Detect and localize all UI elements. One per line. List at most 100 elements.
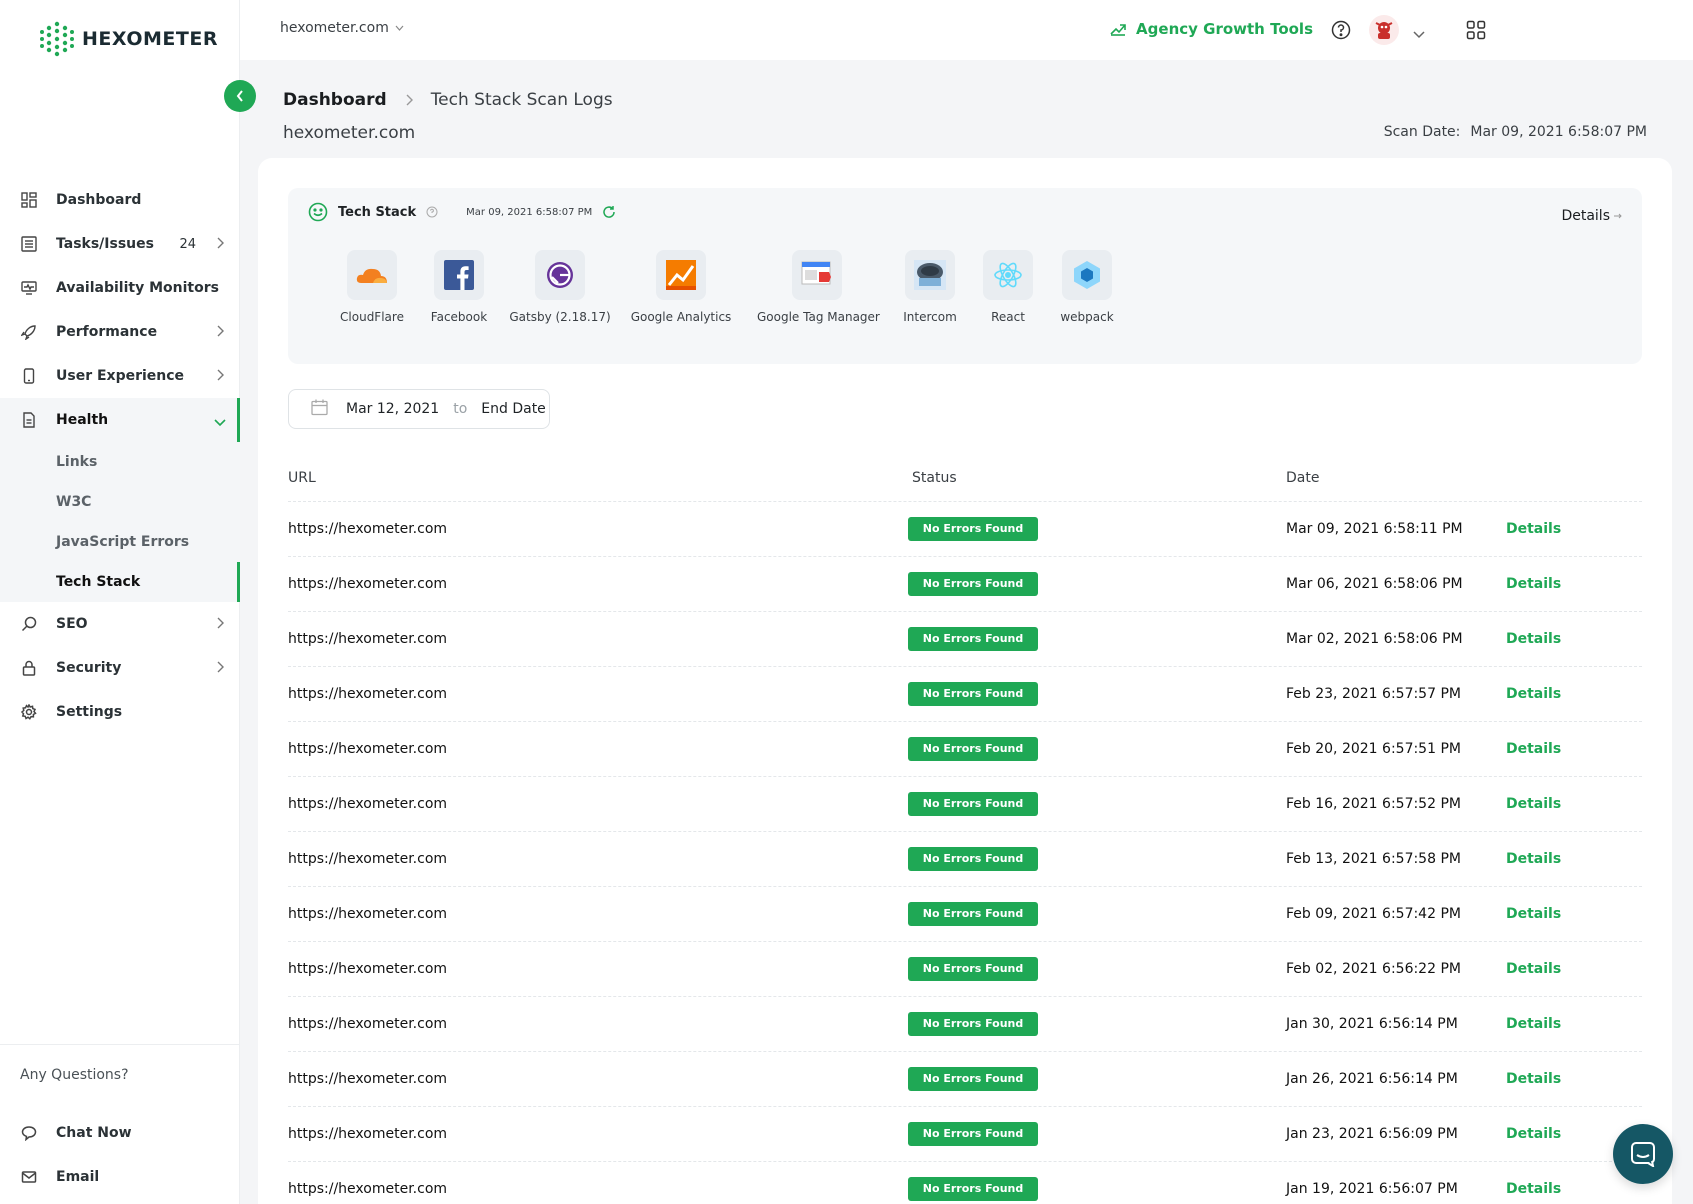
sidebar-item-user-experience[interactable]: User Experience	[0, 354, 240, 398]
row-url[interactable]: https://hexometer.com	[288, 631, 908, 647]
row-url[interactable]: https://hexometer.com	[288, 796, 908, 812]
sidebar-subitem-w3c[interactable]: W3C	[0, 482, 240, 522]
end-date-placeholder[interactable]: End Date	[481, 401, 546, 417]
row-details-link[interactable]: Details	[1506, 741, 1561, 757]
table-row: https://hexometer.com No Errors Found Feb …	[288, 722, 1642, 777]
tasks-icon	[20, 235, 38, 253]
row-date: Jan 30, 2021 6:56:14 PM	[1286, 1016, 1458, 1032]
chevron-down-icon	[214, 415, 226, 431]
tool-google-tag-manager[interactable]: Google Tag Manager	[757, 250, 880, 324]
row-date: Feb 02, 2021 6:56:22 PM	[1286, 961, 1461, 977]
tool-webpack[interactable]: webpack	[1027, 250, 1147, 324]
domain-selector[interactable]: hexometer.com	[280, 20, 404, 36]
smiley-icon	[308, 202, 328, 222]
row-action: Details	[1506, 521, 1642, 537]
row-url[interactable]: https://hexometer.com	[288, 1181, 908, 1197]
row-details-link[interactable]: Details	[1506, 686, 1561, 702]
sidebar-item-health[interactable]: Health	[0, 398, 240, 442]
sidebar-item-label: Health	[56, 412, 109, 428]
sidebar-item-settings[interactable]: Settings	[0, 690, 240, 734]
help-button[interactable]	[1331, 20, 1351, 44]
row-details-link[interactable]: Details	[1506, 851, 1561, 867]
tool-google-analytics[interactable]: Google Analytics	[621, 250, 741, 324]
info-icon[interactable]	[426, 206, 438, 218]
row-details-link[interactable]: Details	[1506, 796, 1561, 812]
row-url[interactable]: https://hexometer.com	[288, 1071, 908, 1087]
row-details-link[interactable]: Details	[1506, 906, 1561, 922]
sidebar-subitem-links[interactable]: Links	[0, 442, 240, 482]
tool-gatsby[interactable]: Gatsby (2.18.17)	[500, 250, 620, 324]
tasks-count-badge: 24	[179, 236, 196, 252]
collapse-sidebar-button[interactable]	[224, 80, 256, 112]
sidebar-nav: Dashboard Tasks/Issues 24 Availability M…	[0, 178, 240, 734]
row-url[interactable]: https://hexometer.com	[288, 906, 908, 922]
row-status: No Errors Found	[908, 1122, 1286, 1146]
refresh-icon[interactable]	[602, 205, 616, 219]
row-url[interactable]: https://hexometer.com	[288, 851, 908, 867]
row-date: Feb 09, 2021 6:57:42 PM	[1286, 906, 1461, 922]
sidebar-item-availability-monitors[interactable]: Availability Monitors	[0, 266, 240, 310]
date-range-picker[interactable]: Mar 12, 2021 to End Date	[288, 389, 550, 429]
sidebar-item-dashboard[interactable]: Dashboard	[0, 178, 240, 222]
table-body: https://hexometer.com No Errors Found Mar …	[288, 502, 1642, 1204]
lock-icon	[20, 659, 38, 677]
row-date: Jan 23, 2021 6:56:09 PM	[1286, 1126, 1458, 1142]
sidebar-item-seo[interactable]: SEO	[0, 602, 240, 646]
row-url[interactable]: https://hexometer.com	[288, 686, 908, 702]
sidebar-subitem-tech-stack[interactable]: Tech Stack	[0, 562, 240, 602]
google-analytics-icon	[666, 260, 696, 290]
table-row: https://hexometer.com No Errors Found Jan …	[288, 1052, 1642, 1107]
column-header-url: URL	[288, 469, 316, 486]
row-details-link[interactable]: Details	[1506, 961, 1561, 977]
row-status: No Errors Found	[908, 792, 1286, 816]
user-avatar[interactable]	[1369, 15, 1399, 45]
topbar: hexometer.com Agency Growth Tools	[240, 0, 1693, 60]
row-action: Details	[1506, 851, 1642, 867]
agency-growth-tools-link[interactable]: Agency Growth Tools	[1110, 20, 1313, 38]
tech-stack-date: Mar 09, 2021 6:58:07 PM	[466, 206, 593, 218]
row-details-link[interactable]: Details	[1506, 521, 1561, 537]
row-details-link[interactable]: Details	[1506, 1181, 1561, 1197]
scan-date: Scan Date: Mar 09, 2021 6:58:07 PM	[1384, 124, 1647, 140]
row-url[interactable]: https://hexometer.com	[288, 961, 908, 977]
email-label: Email	[56, 1169, 100, 1185]
row-status: No Errors Found	[908, 572, 1286, 596]
row-url[interactable]: https://hexometer.com	[288, 1126, 908, 1142]
tech-stack-details-link[interactable]: Details	[1561, 208, 1622, 224]
apps-menu-button[interactable]	[1466, 20, 1486, 44]
row-url[interactable]: https://hexometer.com	[288, 576, 908, 592]
gatsby-icon	[547, 262, 573, 288]
status-badge: No Errors Found	[908, 957, 1038, 981]
row-action: Details	[1506, 906, 1642, 922]
row-url[interactable]: https://hexometer.com	[288, 521, 908, 537]
scan-date-value: Mar 09, 2021 6:58:07 PM	[1470, 124, 1647, 140]
trending-up-icon	[1110, 24, 1126, 36]
domain-selector-value: hexometer.com	[280, 20, 389, 36]
logo[interactable]: HEXOMETER	[38, 20, 218, 58]
sidebar-item-performance[interactable]: Performance	[0, 310, 240, 354]
row-url[interactable]: https://hexometer.com	[288, 1016, 908, 1032]
table-row: https://hexometer.com No Errors Found Jan …	[288, 1107, 1642, 1162]
sidebar-item-tasks[interactable]: Tasks/Issues 24	[0, 222, 240, 266]
row-details-link[interactable]: Details	[1506, 576, 1561, 592]
row-status: No Errors Found	[908, 957, 1286, 981]
sidebar-item-label: Settings	[56, 704, 123, 720]
row-details-link[interactable]: Details	[1506, 1126, 1561, 1142]
sidebar-item-security[interactable]: Security	[0, 646, 240, 690]
tech-stack-panel: Tech Stack Mar 09, 2021 6:58:07 PM Detai…	[288, 188, 1642, 364]
row-action: Details	[1506, 961, 1642, 977]
account-menu-toggle[interactable]	[1413, 24, 1425, 43]
row-url[interactable]: https://hexometer.com	[288, 741, 908, 757]
row-details-link[interactable]: Details	[1506, 1016, 1561, 1032]
sidebar-subitem-javascript-errors[interactable]: JavaScript Errors	[0, 522, 240, 562]
row-details-link[interactable]: Details	[1506, 631, 1561, 647]
row-action: Details	[1506, 1181, 1642, 1197]
intercom-chat-button[interactable]	[1613, 1124, 1673, 1184]
start-date-value[interactable]: Mar 12, 2021	[346, 401, 439, 417]
email-link[interactable]: Email	[0, 1155, 240, 1199]
chevron-right-icon	[216, 661, 224, 677]
breadcrumb-dashboard[interactable]: Dashboard	[283, 90, 387, 110]
chat-now-link[interactable]: Chat Now	[0, 1111, 240, 1155]
row-details-link[interactable]: Details	[1506, 1071, 1561, 1087]
status-badge: No Errors Found	[908, 572, 1038, 596]
